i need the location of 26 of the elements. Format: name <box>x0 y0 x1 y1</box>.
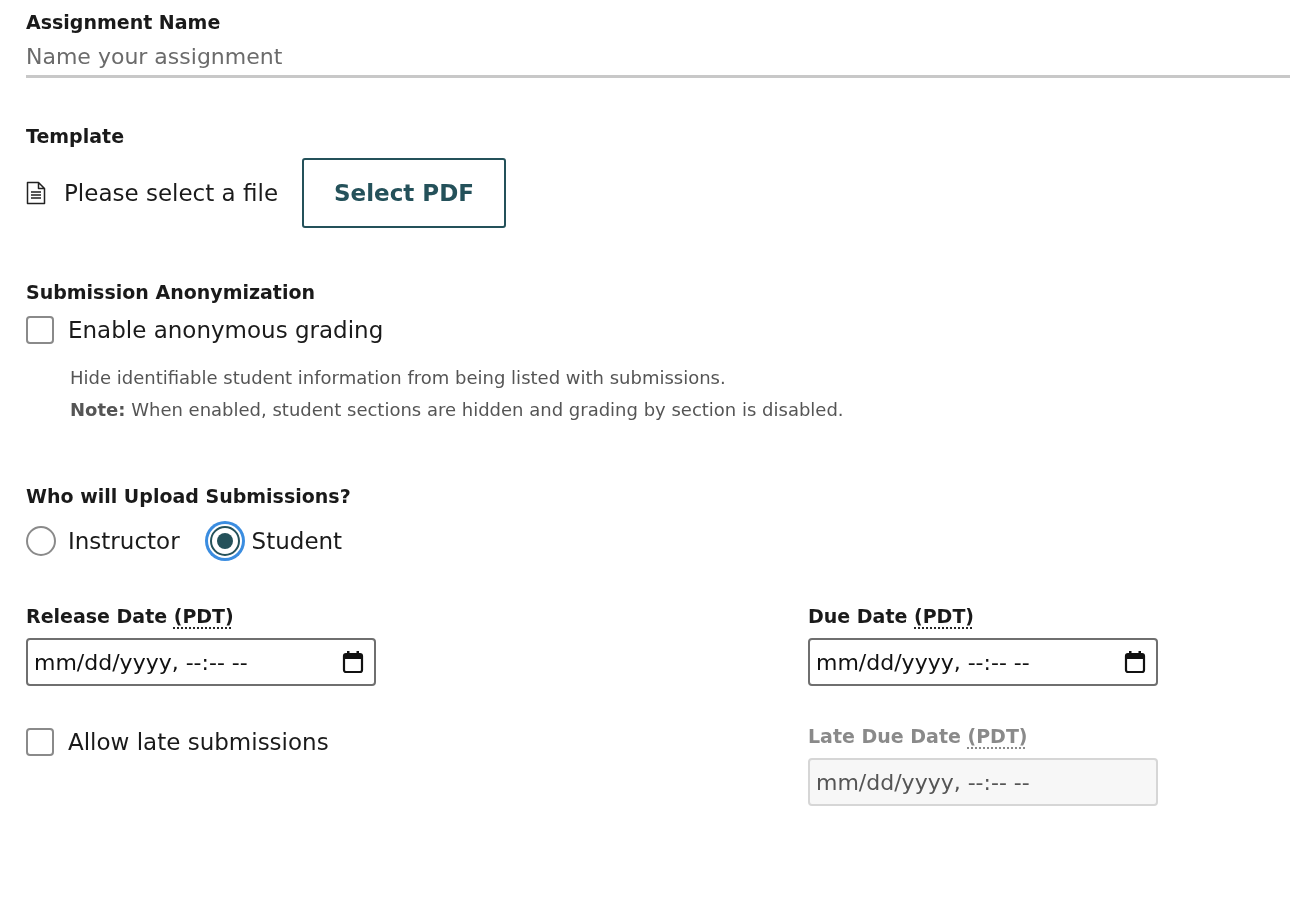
field-label: Due Date <box>808 605 908 627</box>
radio-label[interactable]: Student <box>251 528 343 554</box>
select-pdf-button[interactable]: Select PDF <box>302 158 506 228</box>
timezone-abbreviation: (PDT) <box>914 605 975 627</box>
date-field[interactable]: mm/dd/yyyy, --:-- -- <box>808 638 1158 686</box>
field-label: Release Date <box>26 605 168 627</box>
date-field[interactable]: mm/dd/yyyy, --:-- -- <box>26 638 376 686</box>
file-status: Please select a file <box>64 180 279 206</box>
field-label: Late Due Date <box>808 725 961 747</box>
checkbox-label[interactable]: Allow late submissions <box>68 729 329 755</box>
field-label: Who will Upload Submissions? <box>26 485 351 507</box>
radio-label[interactable]: Instructor <box>68 528 180 554</box>
timezone-abbreviation: (PDT) <box>173 605 234 627</box>
checkbox[interactable] <box>26 728 54 756</box>
checkbox-label[interactable]: Enable anonymous grading <box>68 317 384 343</box>
document-icon <box>26 181 46 205</box>
radio-button[interactable] <box>26 526 56 556</box>
help-text: Note: When enabled, student sections are hidden and grading by section is disabled. <box>70 398 845 422</box>
checkbox[interactable] <box>26 316 54 344</box>
field-label: Template <box>26 125 125 147</box>
help-text: Hide identifiable student information from being listed with submissions. <box>70 366 727 390</box>
field-label: Submission Anonymization <box>26 281 315 303</box>
timezone-abbreviation: (PDT) <box>967 725 1028 747</box>
calendar-icon[interactable] <box>342 650 364 674</box>
calendar-icon[interactable] <box>1124 650 1146 674</box>
field-label: Assignment Name <box>26 11 221 33</box>
